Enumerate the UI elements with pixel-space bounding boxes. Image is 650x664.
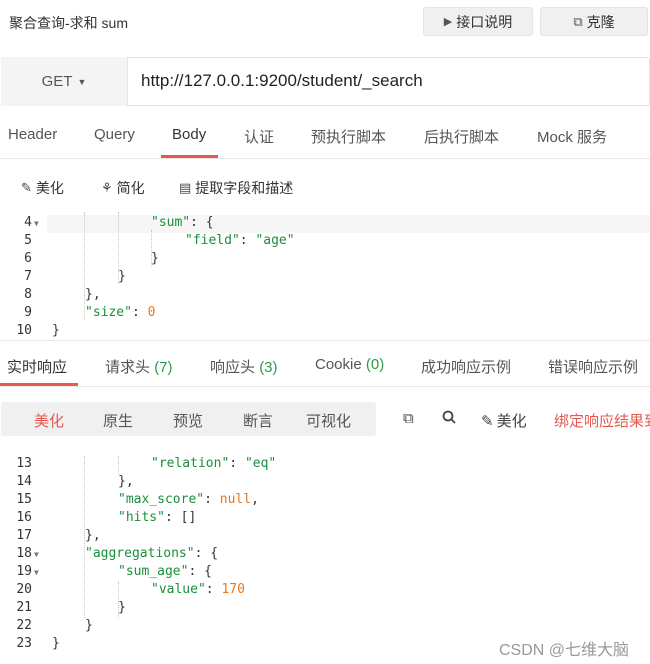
mode-raw[interactable]: 原生 bbox=[103, 410, 133, 431]
search-icon bbox=[442, 410, 456, 424]
search-response-button[interactable] bbox=[442, 410, 456, 424]
tab-query[interactable]: Query bbox=[94, 126, 135, 143]
copy-icon: ⧉ bbox=[573, 13, 583, 29]
clone-label: 克隆 bbox=[586, 13, 615, 30]
wand-icon: ✎ bbox=[21, 180, 32, 195]
code-line: 19 ▼ "sum_age": { bbox=[16, 564, 212, 579]
code-line: 22 } bbox=[16, 618, 93, 633]
code-line: 7 } bbox=[24, 269, 126, 284]
fold-arrow-icon[interactable]: ▼ bbox=[34, 219, 39, 228]
api-doc-button[interactable]: ▶ 接口说明 bbox=[423, 7, 533, 36]
code-line: 20 "value": 170 bbox=[16, 582, 245, 597]
tab-response-headers[interactable]: 响应头 (3) bbox=[210, 356, 278, 377]
play-icon: ▶ bbox=[443, 16, 453, 28]
wand-icon: ✎ bbox=[481, 412, 494, 430]
active-tab-underline bbox=[161, 155, 218, 158]
code-line: 13 "relation": "eq" bbox=[16, 456, 277, 471]
watermark: CSDN @七维大脑 bbox=[499, 642, 630, 659]
tab-success-example[interactable]: 成功响应示例 bbox=[421, 356, 511, 377]
code-line: 4 ▼ "sum": { bbox=[24, 215, 214, 230]
tab-cookie[interactable]: Cookie (0) bbox=[315, 356, 384, 373]
method-label: GET bbox=[41, 73, 73, 90]
tab-error-example[interactable]: 错误响应示例 bbox=[548, 356, 638, 377]
method-select[interactable]: GET ▼ bbox=[1, 57, 128, 106]
beautify-label: 美化 bbox=[35, 180, 64, 196]
code-line: 17 }, bbox=[16, 528, 101, 543]
tab-realtime-response[interactable]: 实时响应 bbox=[7, 356, 67, 377]
page-title: 聚合查询-求和 sum bbox=[9, 15, 128, 31]
simplify-button[interactable]: ⚘ 简化 bbox=[101, 178, 145, 198]
tab-mock[interactable]: Mock 服务 bbox=[537, 126, 607, 147]
code-line: 5 "field": "age" bbox=[24, 233, 295, 248]
tab-header[interactable]: Header bbox=[8, 126, 57, 143]
mode-assert[interactable]: 断言 bbox=[243, 410, 273, 431]
fold-arrow-icon[interactable]: ▼ bbox=[34, 568, 39, 577]
beautify-button[interactable]: ✎ 美化 bbox=[21, 178, 64, 198]
mode-preview[interactable]: 预览 bbox=[173, 410, 203, 431]
url-input[interactable]: http://127.0.0.1:9200/student/_search bbox=[141, 71, 423, 91]
code-line: 18 ▼ "aggregations": { bbox=[16, 546, 219, 561]
fold-arrow-icon[interactable]: ▼ bbox=[34, 550, 39, 559]
mode-visualize[interactable]: 可视化 bbox=[306, 410, 351, 431]
code-line: 10 } bbox=[16, 323, 60, 338]
document-icon: ▤ bbox=[179, 180, 192, 195]
response-beautify-button[interactable]: ✎ 美化 bbox=[481, 410, 527, 431]
tab-auth[interactable]: 认证 bbox=[244, 126, 274, 147]
tab-body[interactable]: Body bbox=[172, 126, 206, 143]
caret-down-icon: ▼ bbox=[77, 76, 87, 87]
mode-beautify[interactable]: 美化 bbox=[34, 410, 64, 431]
tree-icon: ⚘ bbox=[101, 180, 113, 195]
bind-response-button[interactable]: 绑定响应结果到 bbox=[554, 410, 650, 431]
copy-icon: ⧉ bbox=[403, 410, 414, 427]
code-line: 9 "size": 0 bbox=[24, 305, 156, 320]
code-line: 15 "max_score": null, bbox=[16, 492, 259, 507]
code-line: 8 }, bbox=[24, 287, 101, 302]
clone-button[interactable]: ⧉ 克隆 bbox=[540, 7, 648, 36]
api-doc-label: 接口说明 bbox=[456, 13, 513, 30]
extract-label: 提取字段和描述 bbox=[195, 180, 294, 196]
tab-pre-script[interactable]: 预执行脚本 bbox=[311, 126, 386, 147]
code-line: 21 } bbox=[16, 600, 126, 615]
tab-post-script[interactable]: 后执行脚本 bbox=[424, 126, 499, 147]
tab-request-headers[interactable]: 请求头 (7) bbox=[105, 356, 173, 377]
copy-response-button[interactable]: ⧉ bbox=[403, 410, 414, 427]
simplify-label: 简化 bbox=[116, 180, 145, 196]
code-line: 14 }, bbox=[16, 474, 134, 489]
active-tab-underline bbox=[0, 383, 78, 386]
code-line: 6 } bbox=[24, 251, 159, 266]
extract-fields-button[interactable]: ▤ 提取字段和描述 bbox=[179, 178, 293, 198]
code-line: 16 "hits": [] bbox=[16, 510, 197, 525]
